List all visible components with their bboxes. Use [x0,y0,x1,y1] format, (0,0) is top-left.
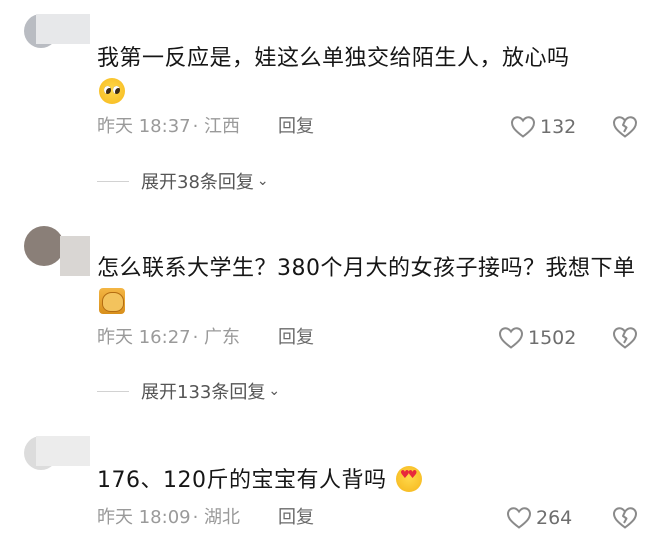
broken-heart-icon [612,116,638,138]
avatar[interactable] [24,14,90,64]
comment-time: 昨天 16:27 [97,327,191,348]
comment-meta: 昨天 18:09 · 湖北 [97,506,240,530]
chevron-down-icon: ⌄ [268,383,281,399]
comment-time: 昨天 18:37 [97,116,191,137]
dislike-button[interactable] [612,506,638,530]
reply-button[interactable]: 回复 [278,326,314,350]
avatar[interactable] [24,226,90,276]
expand-replies-button[interactable]: 展开38条回复 ⌄ [97,169,269,193]
heart-eyes-emoji [395,466,422,492]
like-count: 264 [536,507,573,529]
chevron-down-icon: ⌄ [256,173,269,189]
dislike-button[interactable] [612,115,638,139]
like-count: 1502 [528,327,577,349]
comment-time: 昨天 18:09 [97,507,191,528]
comment-location: · 广东 [192,327,241,348]
reply-button[interactable]: 回复 [278,115,314,139]
comment-meta: 昨天 18:37 · 江西 [97,115,240,139]
expand-replies-button[interactable]: 展开133条回复 ⌄ [97,379,280,403]
comment-text: 我第一反应是，娃这么单独交给陌生人，放心吗 [97,42,637,110]
divider [97,180,129,182]
heart-icon [510,116,536,138]
cat-sticker-emoji [99,288,125,314]
expand-replies-label: 展开38条回复 [141,172,254,193]
divider [97,390,129,392]
avatar[interactable] [24,436,90,486]
pleading-face-emoji [99,78,125,104]
comment-text: 怎么联系大学生？380个月大的女孩子接吗？我想下单 [97,252,637,320]
like-button[interactable]: 1502 [498,326,576,350]
broken-heart-icon [612,507,638,529]
broken-heart-icon [612,327,638,349]
dislike-button[interactable] [612,326,638,350]
heart-icon [506,507,532,529]
heart-icon [498,327,524,349]
comment-text: 176、120斤的宝宝有人背吗 [97,464,637,498]
expand-replies-label: 展开133条回复 [141,382,266,403]
comment-location: · 江西 [192,116,241,137]
like-count: 132 [540,116,577,138]
like-button[interactable]: 132 [510,115,576,139]
comment-meta: 昨天 16:27 · 广东 [97,326,240,350]
like-button[interactable]: 264 [506,506,572,530]
comment-location: · 湖北 [192,507,241,528]
reply-button[interactable]: 回复 [278,506,314,530]
